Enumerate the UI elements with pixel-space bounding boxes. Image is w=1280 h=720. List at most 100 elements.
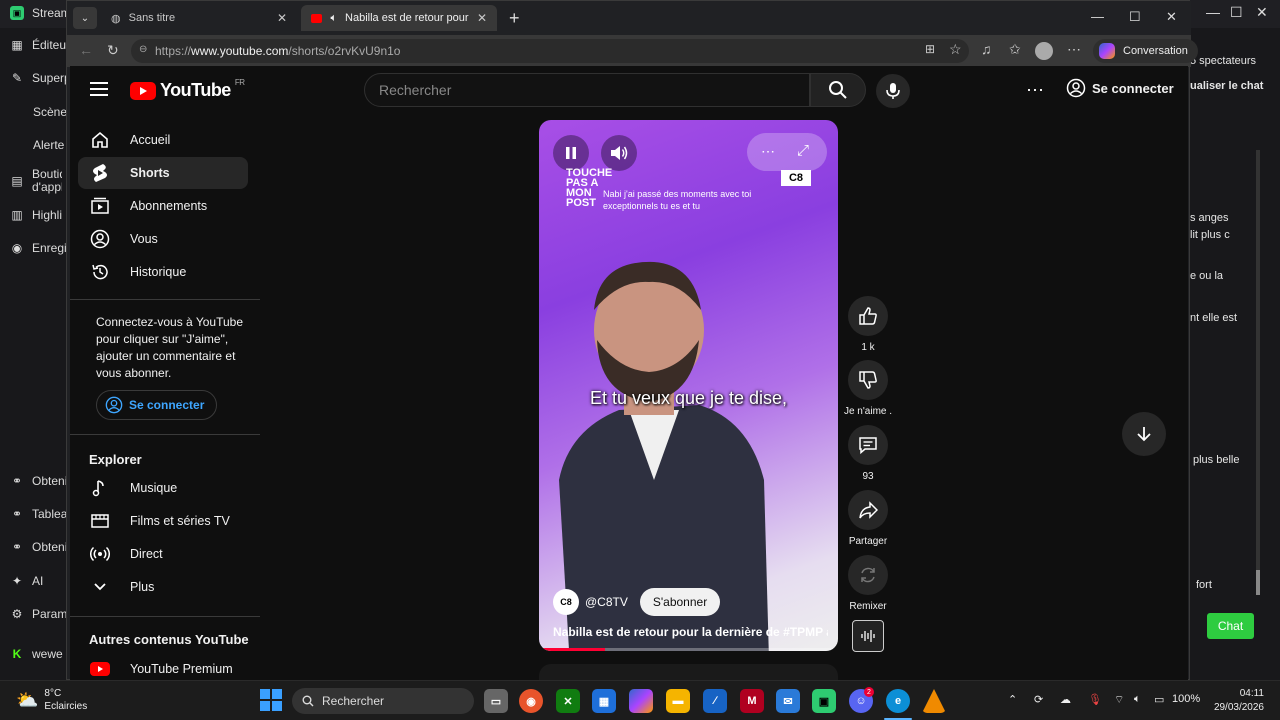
app-available-icon[interactable]: ⊞ (925, 42, 935, 56)
bg-sidebar-item[interactable]: ✦ AI (10, 574, 43, 588)
firefox-icon[interactable]: ◉ (519, 689, 543, 713)
wifi-icon[interactable]: ⌔ (1114, 693, 1124, 707)
subscribe-button[interactable]: S'abonner (639, 588, 721, 616)
sidebar-signin-button[interactable]: Se connecter (96, 390, 218, 420)
sidebar-item-premium[interactable]: YouTube Premium (78, 653, 248, 680)
bg-sidebar-item[interactable]: ⚭ Obteni (10, 474, 67, 488)
chat-scrollbar-thumb[interactable] (1256, 570, 1260, 595)
bg-sidebar-item[interactable]: ▤ Boutiq d'appli (10, 168, 62, 194)
windows-start-icon[interactable] (260, 689, 282, 711)
sidebar-item-musique[interactable]: Musique (78, 472, 248, 504)
close-tab-icon[interactable]: ✕ (477, 11, 487, 25)
mcafee-icon[interactable]: M (740, 689, 764, 713)
bg-sidebar-item[interactable]: ⚭ Tablea (10, 507, 67, 521)
chat-scrollbar[interactable] (1256, 150, 1260, 595)
maximize-icon[interactable]: ☐ (1230, 4, 1243, 21)
close-icon[interactable]: ✕ (1256, 4, 1268, 21)
bg-sidebar-item[interactable]: ▦ Éditeu (10, 38, 66, 52)
lock-icon[interactable]: ⊖ (139, 44, 147, 55)
file-explorer-icon[interactable]: ▬ (666, 689, 690, 713)
microphone-icon[interactable]: 🎙︎ (1088, 693, 1102, 706)
whiteboard-icon[interactable]: ∕ (703, 689, 727, 713)
dislike-action[interactable]: Je n'aime . (842, 360, 894, 417)
clock[interactable]: 04:11 29/03/2026 (1208, 687, 1264, 715)
streamlabs-icon[interactable]: ▣ (812, 689, 836, 713)
task-view-icon[interactable]: ▭ (484, 689, 508, 713)
vlc-icon[interactable] (922, 689, 946, 713)
sidebar-item-abonnements[interactable]: Abonnements (78, 190, 248, 222)
comments-action[interactable]: 93 (842, 425, 894, 482)
xbox-icon[interactable]: ✕ (556, 689, 580, 713)
bg-sidebar-item[interactable]: Alerte (33, 138, 64, 152)
chat-send-button[interactable]: Chat (1207, 613, 1254, 639)
share-button[interactable] (848, 490, 888, 530)
remix-button[interactable] (848, 555, 888, 595)
bg-sidebar-item[interactable]: ⚭ Obteni (10, 540, 67, 554)
profile-avatar[interactable] (1035, 42, 1053, 60)
speaker-icon[interactable]: 🔈︎ (1134, 693, 1141, 706)
hamburger-menu-icon[interactable] (90, 82, 108, 96)
comments-button[interactable] (848, 425, 888, 465)
copilot-app-icon[interactable] (629, 689, 653, 713)
maximize-icon[interactable]: ☐ (1129, 9, 1141, 25)
bg-sidebar-item[interactable]: ✎ Superp (10, 71, 71, 85)
bg-sidebar-item[interactable]: ▣ Stream (10, 6, 71, 20)
extension-icon[interactable]: ♫ (981, 41, 992, 57)
youtube-logo[interactable]: YouTube FR (130, 78, 245, 101)
search-button[interactable] (810, 73, 866, 107)
tab-youtube-short[interactable]: 🔈︎ Nabilla est de retour pour la d ✕ (301, 5, 497, 31)
store-icon[interactable]: ▦ (592, 689, 616, 713)
short-video-player[interactable]: ⋯ ⤢ TOUCHE PAS A MON POST Nabi j'ai pass… (539, 120, 838, 651)
search-input[interactable]: Rechercher (364, 73, 810, 107)
short-title[interactable]: Nabilla est de retour pour la dernière d… (553, 625, 828, 639)
like-button[interactable] (848, 296, 888, 336)
audio-source-thumbnail[interactable] (852, 620, 884, 652)
video-progress-bar[interactable] (539, 648, 838, 651)
edge-icon[interactable]: e (886, 689, 910, 713)
mail-icon[interactable]: ✉ (776, 689, 800, 713)
remix-action[interactable]: Remixer (842, 555, 894, 612)
battery-icon[interactable]: ▭ (1154, 693, 1164, 706)
bg-sidebar-item[interactable]: ◉ Enregi (10, 241, 67, 255)
pause-button[interactable] (553, 135, 589, 171)
sidebar-item-direct[interactable]: Direct (78, 538, 248, 570)
settings-more-icon[interactable]: ⋯ (1026, 80, 1044, 101)
dislike-button[interactable] (848, 360, 888, 400)
sidebar-item-films[interactable]: Films et séries TV (78, 505, 248, 537)
favorite-star-icon[interactable]: ☆ (949, 41, 962, 58)
next-short-preview[interactable] (539, 664, 838, 680)
close-window-icon[interactable]: ✕ (1166, 9, 1177, 25)
weather-widget[interactable]: ⛅ 8°C Eclaircies (16, 687, 87, 713)
sidebar-item-accueil[interactable]: Accueil (78, 124, 248, 156)
new-tab-button[interactable]: + (509, 8, 520, 29)
sidebar-item-vous[interactable]: Vous (78, 223, 248, 255)
back-icon[interactable]: ← (79, 42, 93, 58)
channel-handle[interactable]: @C8TV (585, 595, 628, 609)
sidebar-item-shorts[interactable]: Shorts (78, 157, 248, 189)
tab-actions-icon[interactable]: ⌄ (73, 7, 97, 29)
minimize-icon[interactable]: — (1091, 9, 1104, 24)
signin-button[interactable]: Se connecter (1066, 78, 1174, 98)
bg-sidebar-item[interactable]: Scène (33, 105, 67, 119)
taskbar-search[interactable]: Rechercher (292, 688, 474, 714)
sidebar-item-historique[interactable]: Historique (78, 256, 248, 288)
sync-icon[interactable]: ⟳ (1034, 693, 1043, 706)
chevron-up-icon[interactable]: ⌃ (1008, 693, 1017, 706)
sidebar-item-plus[interactable]: Plus (78, 571, 248, 603)
tab-sans-titre[interactable]: ◍ Sans titre ✕ (101, 5, 297, 31)
minimize-icon[interactable]: — (1206, 4, 1220, 20)
bg-sidebar-item[interactable]: ⚙ Param (10, 607, 68, 621)
url-field[interactable]: ⊖ https://www.youtube.com/shorts/o2rvKvU… (131, 39, 969, 63)
channel-avatar[interactable]: C8 (553, 589, 579, 615)
close-tab-icon[interactable]: ✕ (277, 11, 287, 25)
volume-button[interactable] (601, 135, 637, 171)
favorites-icon[interactable]: ✩ (1009, 41, 1021, 58)
like-action[interactable]: 1 k (842, 296, 894, 353)
bg-sidebar-item[interactable]: K wewe (10, 647, 63, 661)
next-short-button[interactable] (1122, 412, 1166, 456)
fullscreen-icon[interactable]: ⤢ (797, 142, 809, 159)
reload-icon[interactable]: ↻ (107, 42, 119, 59)
more-options-icon[interactable]: ⋯ (761, 143, 775, 160)
more-menu-icon[interactable]: ⋯ (1067, 41, 1081, 58)
speaker-icon[interactable]: 🔈︎ (330, 12, 337, 25)
